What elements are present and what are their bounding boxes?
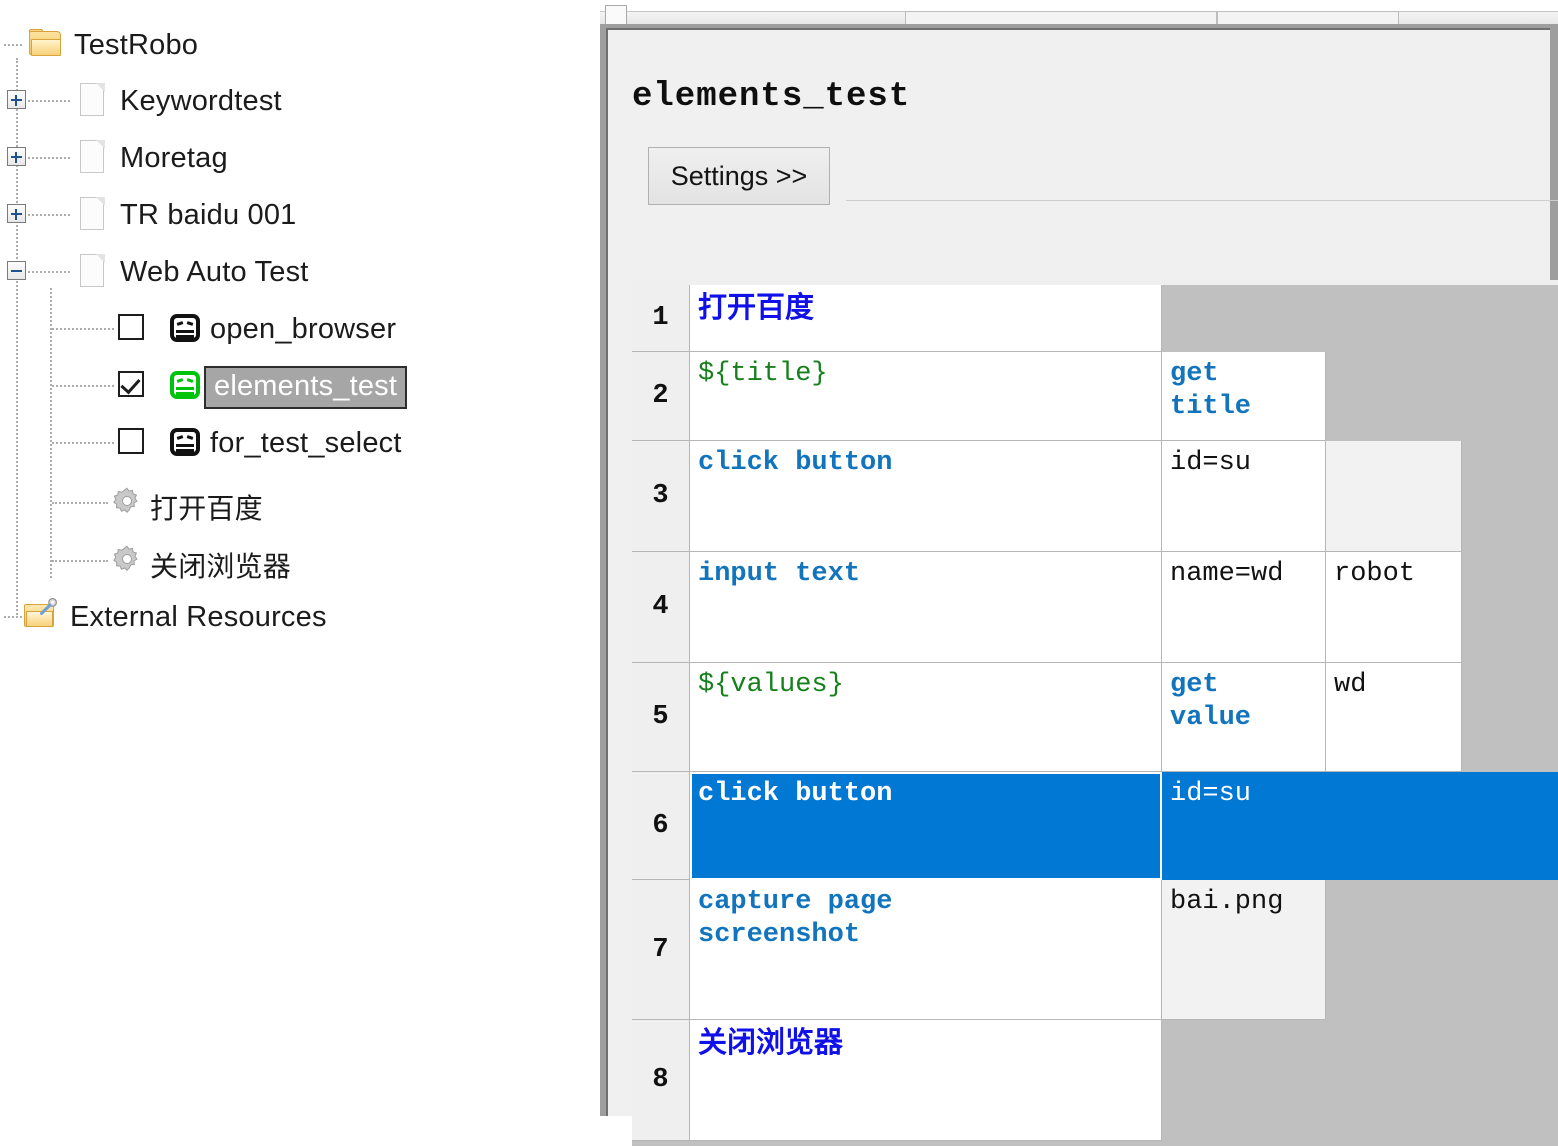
test-step-grid[interactable]: 1 打开百度 2 ${title} get title 3 click button id=s… — [632, 280, 1558, 1146]
grid-cell-keyword[interactable]: click button — [690, 441, 1162, 552]
grid-cell-argument[interactable]: get title — [1162, 352, 1326, 441]
grid-cell-keyword[interactable]: capture page screenshot — [690, 880, 1162, 1020]
document-icon — [78, 82, 108, 118]
grid-cell-argument[interactable]: bai.png — [1162, 880, 1326, 1020]
robot-icon-active — [168, 368, 202, 402]
tree-item-checkbox[interactable] — [118, 371, 144, 397]
robot-icon — [168, 311, 202, 345]
tree-item-label: open_browser — [210, 313, 397, 345]
tree-connector-horizontal — [52, 560, 108, 562]
settings-divider — [846, 200, 1558, 201]
grid-cell-argument[interactable]: id=su — [1162, 441, 1326, 552]
grid-row-number: 2 — [632, 352, 690, 441]
tree-connector-horizontal — [28, 100, 70, 102]
toolbar-tab-1[interactable] — [905, 11, 1217, 25]
tree-connector-horizontal — [4, 616, 22, 618]
grid-row-number: 4 — [632, 552, 690, 663]
grid-row-number: 6 — [632, 772, 690, 880]
tree-item-label-selected: elements_test — [204, 366, 408, 409]
tree-connector-horizontal — [28, 214, 70, 216]
grid-cell-keyword[interactable]: 关闭浏览器 — [690, 1020, 1162, 1141]
external-resources-icon — [22, 598, 60, 631]
toolbar-strip-partial — [592, 0, 1558, 26]
collapse-icon[interactable] — [7, 261, 26, 280]
project-tree-panel: TestRobo Keywordtest Moretag TR baidu 001 We… — [0, 0, 592, 1116]
grid-row[interactable]: 8 关闭浏览器 — [632, 1020, 1558, 1141]
tree-item-label: TR baidu 001 — [120, 199, 297, 231]
document-icon — [78, 196, 108, 232]
grid-cell-keyword[interactable]: input text — [690, 552, 1162, 663]
grid-cell-argument[interactable]: wd — [1326, 663, 1462, 772]
tree-connector-horizontal — [52, 502, 108, 504]
grid-row[interactable]: 7 capture page screenshot bai.png — [632, 880, 1558, 1020]
tree-item-label: Web Auto Test — [120, 256, 309, 288]
expand-icon[interactable] — [7, 204, 26, 223]
tree-connector-horizontal — [28, 157, 70, 159]
grid-row-number: 7 — [632, 880, 690, 1020]
toolbar-tab-2[interactable] — [1217, 11, 1399, 25]
tree-item-checkbox[interactable] — [118, 314, 144, 340]
tree-item-label: 打开百度 — [150, 493, 263, 524]
grid-row[interactable]: 6 click button id=su — [632, 772, 1558, 880]
grid-cell-argument[interactable]: name=wd — [1162, 552, 1326, 663]
grid-cell-argument[interactable]: robot — [1326, 552, 1462, 663]
grid-cell-keyword[interactable]: click button — [690, 772, 1162, 880]
grid-cell-argument[interactable] — [1552, 772, 1558, 880]
grid-row[interactable]: 4 input text name=wd robot — [632, 552, 1558, 663]
grid-cell-argument[interactable] — [1326, 772, 1462, 880]
tree-item-label: TestRobo — [74, 29, 199, 61]
grid-row[interactable]: 1 打开百度 — [632, 285, 1558, 352]
tree-item-label: Keywordtest — [120, 85, 282, 117]
grid-row[interactable]: 3 click button id=su — [632, 441, 1558, 552]
editor-inner-frame: elements_test Settings >> 1 打开百度 2 ${title}… — [606, 28, 1558, 1146]
page-title: elements_test — [632, 78, 911, 116]
folder-icon — [28, 29, 64, 57]
suite-editor-panel: elements_test Settings >> 1 打开百度 2 ${title}… — [592, 0, 1558, 1146]
gear-icon — [112, 486, 142, 516]
tree-connector-horizontal — [28, 271, 70, 273]
grid-row-number: 3 — [632, 441, 690, 552]
grid-cell-keyword[interactable]: 打开百度 — [690, 285, 1162, 352]
tree-connector-horizontal — [52, 442, 114, 444]
grid-cell-argument[interactable]: get value — [1162, 663, 1326, 772]
grid-cell-argument[interactable] — [1326, 441, 1462, 552]
expand-icon[interactable] — [7, 90, 26, 109]
robot-icon — [168, 425, 202, 459]
tree-item-label: External Resources — [70, 601, 327, 633]
grid-cell-argument[interactable]: id=su — [1162, 772, 1326, 880]
toolbar-button-partial[interactable] — [605, 5, 627, 26]
tree-item-label: 关闭浏览器 — [150, 551, 292, 582]
document-icon — [78, 139, 108, 175]
grid-row[interactable]: 5 ${values} get value wd — [632, 663, 1558, 772]
grid-row-number: 1 — [632, 285, 690, 352]
tree-connector-vertical-child — [50, 288, 52, 578]
grid-row-number: 5 — [632, 663, 690, 772]
tree-connector-horizontal — [52, 328, 114, 330]
tree-item-label: for_test_select — [210, 427, 402, 459]
grid-row[interactable]: 2 ${title} get title — [632, 352, 1558, 441]
settings-toggle-button[interactable]: Settings >> — [648, 147, 830, 205]
grid-cell-keyword[interactable]: ${values} — [690, 663, 1162, 772]
tree-connector-horizontal — [52, 385, 114, 387]
document-icon — [78, 253, 108, 289]
grid-cell-argument[interactable] — [1520, 772, 1552, 880]
grid-row-number: 8 — [632, 1020, 690, 1141]
grid-cell-keyword[interactable]: ${title} — [690, 352, 1162, 441]
tree-connector-horizontal — [4, 44, 22, 46]
gear-icon — [112, 544, 142, 574]
expand-icon[interactable] — [7, 147, 26, 166]
grid-cell-argument[interactable] — [1462, 772, 1520, 880]
tree-connector-vertical — [16, 58, 18, 618]
tree-item-label: Moretag — [120, 142, 228, 174]
tree-item-checkbox[interactable] — [118, 428, 144, 454]
